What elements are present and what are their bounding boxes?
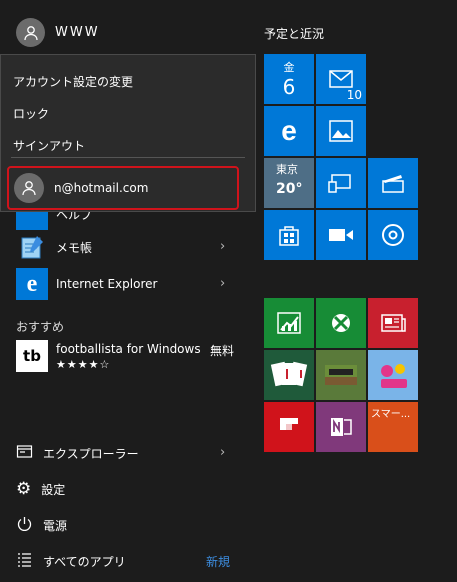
photos-tile[interactable] — [316, 106, 366, 156]
candy-crush-icon — [381, 364, 407, 388]
power-label: 電源 — [43, 518, 68, 533]
app-item-internet-explorer[interactable]: e Internet Explorer — [16, 268, 157, 300]
recommended-app[interactable]: tb footballista for Windows ★★★★☆ — [16, 340, 201, 372]
divider — [11, 157, 245, 158]
recommended-app-name: footballista for Windows — [56, 341, 201, 356]
edge-icon: e — [281, 115, 297, 146]
minecraft-tile[interactable] — [316, 350, 366, 400]
explorer-label: エクスプローラー — [43, 446, 139, 461]
all-apps-label: すべてのアプリ — [43, 554, 126, 569]
recommended-heading: おすすめ — [16, 320, 65, 334]
xbox-tile[interactable] — [316, 298, 366, 348]
solitaire-tile[interactable] — [264, 350, 314, 400]
weather-tile[interactable]: 東京 20° — [264, 158, 314, 208]
flipboard-icon — [280, 418, 298, 430]
video-tile[interactable] — [316, 210, 366, 260]
solitaire-icon — [270, 361, 308, 387]
movies-tile[interactable] — [368, 158, 418, 208]
xbox-icon — [332, 314, 350, 332]
notepad-icon — [16, 231, 48, 263]
calendar-day-number: 6 — [282, 75, 296, 99]
movies-icon — [382, 175, 404, 193]
explorer-icon — [16, 443, 33, 463]
minecraft-icon — [325, 365, 357, 385]
tile-label: スマー... — [371, 409, 411, 420]
user-header[interactable]: WWW — [16, 18, 100, 47]
mail-count: 10 — [346, 88, 362, 102]
groove-tile[interactable] — [368, 210, 418, 260]
devices-icon — [328, 174, 351, 193]
video-icon — [329, 229, 353, 241]
candy-crush-tile[interactable] — [368, 350, 418, 400]
groove-icon — [382, 224, 404, 246]
weather-temp: 20° — [276, 181, 303, 197]
calendar-day-name: 金 — [283, 61, 295, 74]
footballista-icon: tb — [16, 340, 48, 372]
new-badge: 新規 — [206, 555, 231, 569]
devices-tile[interactable] — [316, 158, 366, 208]
settings-item[interactable]: ⚙ 設定 — [16, 479, 65, 499]
all-apps-item[interactable]: すべてのアプリ — [16, 551, 126, 571]
flipboard-tile[interactable] — [264, 402, 314, 452]
mail-icon — [329, 70, 353, 88]
ie-icon: e — [16, 268, 48, 300]
photos-icon — [329, 120, 353, 142]
store-tile[interactable] — [264, 210, 314, 260]
smart-tile[interactable]: スマー... — [368, 402, 418, 452]
onenote-icon — [331, 418, 352, 436]
settings-label: 設定 — [41, 482, 66, 497]
money-tile[interactable] — [264, 298, 314, 348]
sign-out-item[interactable]: サインアウト — [13, 137, 85, 154]
calendar-tile[interactable]: 金 6 — [264, 54, 314, 104]
store-icon — [279, 226, 299, 246]
chevron-right-icon[interactable]: › — [220, 239, 225, 254]
user-icon — [14, 173, 44, 203]
all-apps-icon — [16, 551, 33, 571]
edge-tile[interactable]: e — [264, 106, 314, 156]
news-tile[interactable] — [368, 298, 418, 348]
power-item[interactable]: 電源 — [16, 515, 67, 535]
tiles-group-title: 予定と近況 — [264, 27, 325, 41]
rating-stars: ★★★★☆ — [56, 357, 111, 371]
app-item-notepad[interactable]: メモ帳 — [16, 231, 92, 263]
other-account-email: n@hotmail.com — [54, 181, 149, 195]
other-account-item[interactable]: n@hotmail.com — [7, 166, 239, 210]
money-icon — [277, 312, 301, 334]
power-icon — [16, 515, 33, 535]
account-flyout: アカウント設定の変更 ロック サインアウト n@hotmail.com — [0, 54, 256, 212]
chevron-right-icon[interactable]: › — [220, 276, 225, 291]
onenote-tile[interactable] — [316, 402, 366, 452]
mail-tile[interactable]: 10 — [316, 54, 366, 104]
chevron-right-icon[interactable]: › — [220, 445, 225, 460]
app-label: Internet Explorer — [56, 277, 158, 291]
gear-icon: ⚙ — [16, 479, 32, 499]
news-icon — [381, 314, 406, 332]
change-account-settings[interactable]: アカウント設定の変更 — [13, 73, 133, 90]
lock-item[interactable]: ロック — [13, 105, 49, 122]
price-label: 無料 — [210, 344, 235, 358]
app-label: メモ帳 — [56, 240, 93, 255]
explorer-item[interactable]: エクスプローラー — [16, 443, 139, 463]
user-icon — [16, 18, 45, 47]
user-name: WWW — [55, 25, 100, 40]
weather-city: 東京 — [276, 163, 298, 176]
